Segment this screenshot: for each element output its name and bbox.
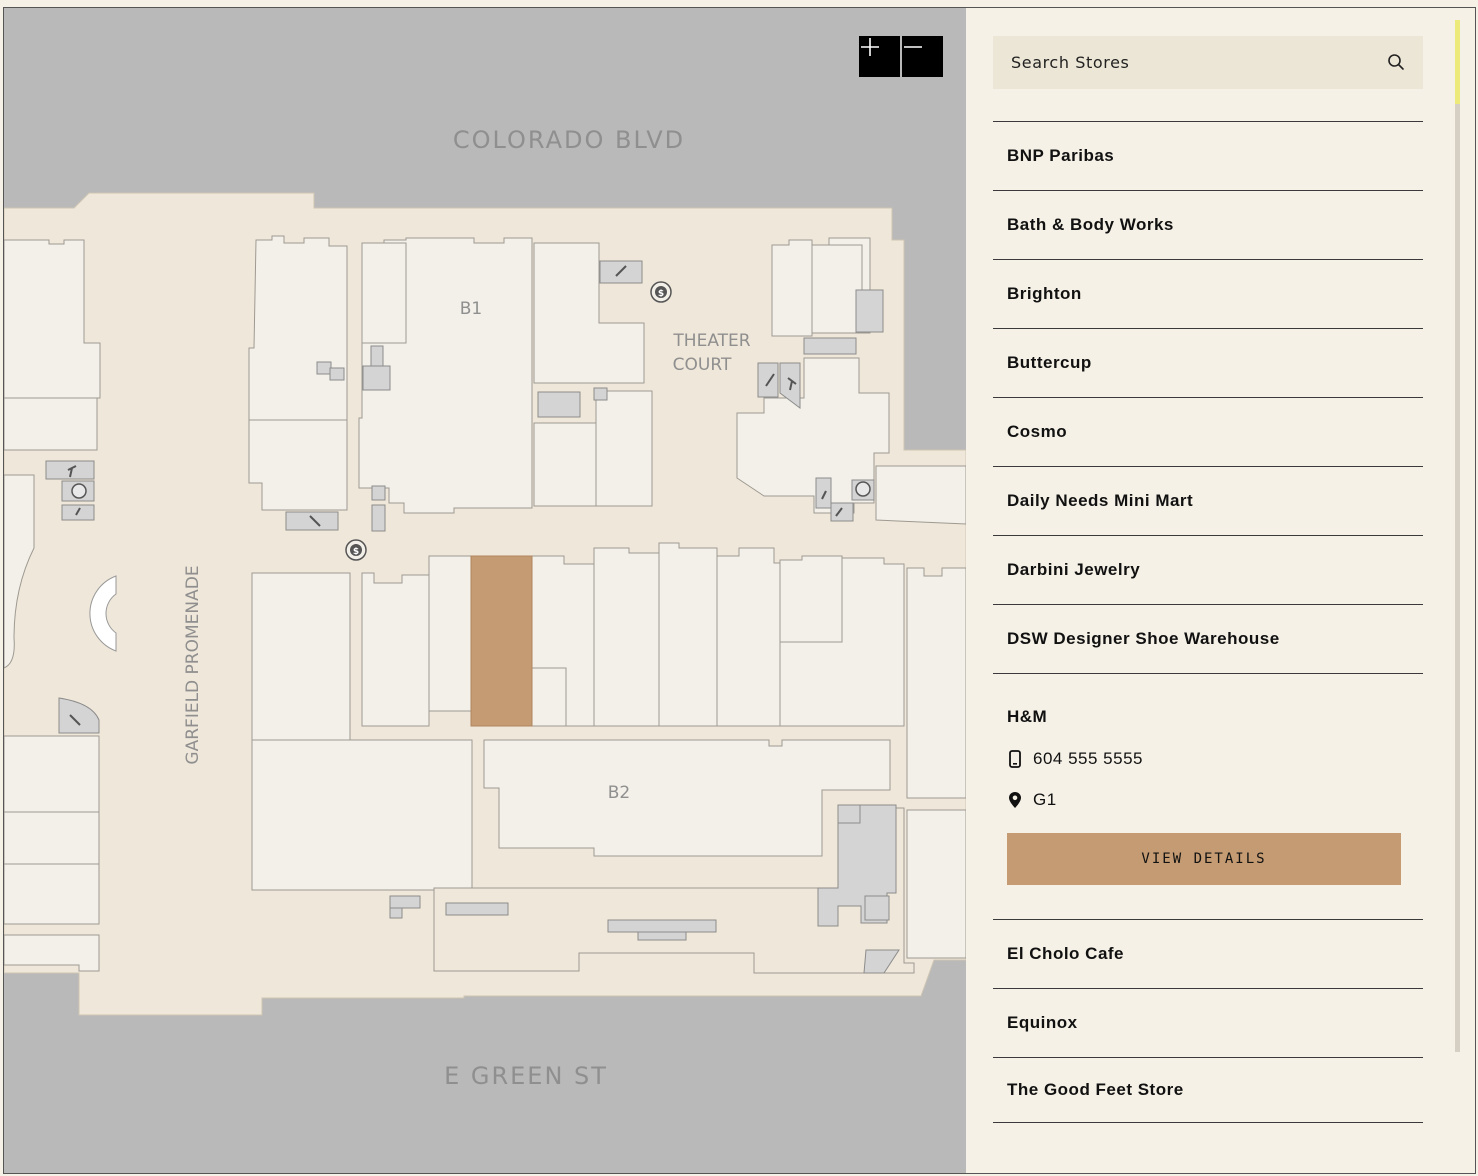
store-list-item[interactable]: Equinox [993,988,1423,1057]
building-label-b1: B1 [460,299,482,319]
minus-icon [904,46,922,48]
store-phone: 604 555 5555 [1007,749,1143,769]
selected-store-card: H&M 604 555 5555 G1 VIEW DETAILS [993,673,1423,919]
svg-text:$: $ [658,289,664,299]
selected-store-area [470,555,533,727]
zoom-out-button[interactable] [902,36,943,77]
scrollbar-track[interactable] [1455,20,1460,1052]
store-list-item[interactable]: The Good Feet Store [993,1057,1423,1123]
store-location: G1 [1007,790,1057,810]
map-canvas[interactable]: $ $ COLORADO BLVD E GREEN ST GARFIELD PR… [4,8,966,1174]
view-details-button[interactable]: VIEW DETAILS [1007,833,1401,885]
store-location-code: G1 [1033,790,1057,809]
mall-map[interactable]: $ $ COLORADO BLVD E GREEN ST GARFIELD PR… [4,8,967,1174]
building-label-b2: B2 [608,783,630,803]
mobile-phone-icon [1009,750,1021,768]
store-list: BNP Paribas Bath & Body Works Brighton B… [993,121,1423,1123]
map-pin-icon [1009,792,1021,808]
store-list-item[interactable]: Darbini Jewelry [993,535,1423,604]
store-list-item[interactable]: Buttercup [993,328,1423,397]
store-list-item[interactable]: Brighton [993,259,1423,328]
search-bar [993,36,1423,89]
court-label-line2: COURT [673,355,732,375]
store-list-item[interactable]: Cosmo [993,397,1423,466]
store-list-item[interactable]: DSW Designer Shoe Warehouse [993,604,1423,673]
store-list-item[interactable]: Bath & Body Works [993,190,1423,259]
promenade-label: GARFIELD PROMENADE [183,565,203,764]
street-label-bottom: E GREEN ST [444,1062,608,1090]
svg-text:$: $ [353,547,359,557]
street-label-top: COLORADO BLVD [453,126,685,154]
scrollbar-thumb[interactable] [1455,20,1460,104]
plus-icon [861,38,879,56]
store-list-item[interactable]: BNP Paribas [993,121,1423,190]
store-list-item[interactable]: El Cholo Cafe [993,919,1423,988]
store-phone-number: 604 555 5555 [1033,749,1143,768]
search-icon[interactable] [1387,53,1405,71]
selected-store-name[interactable]: H&M [1007,707,1047,727]
store-list-item[interactable]: Daily Needs Mini Mart [993,466,1423,535]
court-label-line1: THEATER [672,331,750,351]
search-input[interactable] [993,36,1373,89]
app-frame: $ $ COLORADO BLVD E GREEN ST GARFIELD PR… [3,7,1476,1174]
zoom-in-button[interactable] [859,36,900,77]
store-directory-panel: BNP Paribas Bath & Body Works Brighton B… [966,8,1475,1173]
atm-icon: $ [345,539,367,561]
atm-icon: $ [650,281,672,303]
